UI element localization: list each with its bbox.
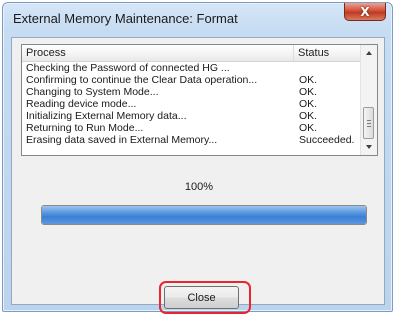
process-cell: Checking the Password of connected HG ..… — [26, 62, 230, 74]
list-item[interactable]: Changing to System Mode... OK. — [22, 86, 363, 98]
window-title: External Memory Maintenance: Format — [13, 11, 238, 26]
list-item[interactable]: Confirming to continue the Clear Data op… — [22, 74, 363, 86]
window-close-button[interactable]: X — [344, 3, 386, 21]
progress-bar-fill — [42, 206, 366, 224]
column-header-status[interactable]: Status — [294, 45, 363, 61]
close-icon: X — [360, 4, 370, 19]
column-header-process[interactable]: Process — [22, 45, 294, 61]
process-list[interactable]: Process Status Checking the Password of … — [21, 44, 378, 156]
grip-line — [367, 123, 371, 124]
list-item[interactable]: Initializing External Memory data... OK. — [22, 110, 363, 122]
list-item[interactable]: Erasing data saved in External Memory...… — [22, 134, 363, 146]
status-cell: OK. — [299, 110, 318, 122]
list-item[interactable]: Checking the Password of connected HG ..… — [22, 62, 363, 74]
scroll-thumb[interactable] — [363, 107, 374, 139]
arrow-down-icon — [366, 145, 372, 149]
process-cell: Returning to Run Mode... — [26, 122, 144, 134]
vertical-scrollbar[interactable] — [360, 45, 377, 155]
process-cell: Initializing External Memory data... — [26, 110, 187, 122]
list-header: Process Status — [22, 45, 363, 62]
list-rows: Checking the Password of connected HG ..… — [22, 62, 363, 146]
scroll-down-button[interactable] — [361, 139, 377, 155]
status-cell: Succeeded. — [299, 134, 355, 146]
arrow-up-icon — [366, 51, 372, 55]
process-cell: Reading device mode... — [26, 98, 137, 110]
process-cell: Changing to System Mode... — [26, 86, 159, 98]
dialog-client-area: Process Status Checking the Password of … — [11, 37, 385, 314]
process-cell: Confirming to continue the Clear Data op… — [26, 74, 258, 86]
close-button[interactable]: Close — [164, 286, 239, 309]
list-item[interactable]: Reading device mode... OK. — [22, 98, 363, 110]
status-cell: OK. — [299, 122, 318, 134]
dialog-window: External Memory Maintenance: Format X Pr… — [2, 2, 393, 314]
grip-line — [367, 126, 371, 127]
status-cell: OK. — [299, 74, 318, 86]
list-item[interactable]: Returning to Run Mode... OK. — [22, 122, 363, 134]
process-cell: Erasing data saved in External Memory... — [26, 134, 218, 146]
progress-percent-label: 100% — [184, 181, 214, 193]
grip-line — [367, 120, 371, 121]
progress-bar — [41, 205, 367, 225]
status-cell: OK. — [299, 86, 318, 98]
scroll-up-button[interactable] — [361, 45, 377, 61]
status-cell: OK. — [299, 98, 318, 110]
